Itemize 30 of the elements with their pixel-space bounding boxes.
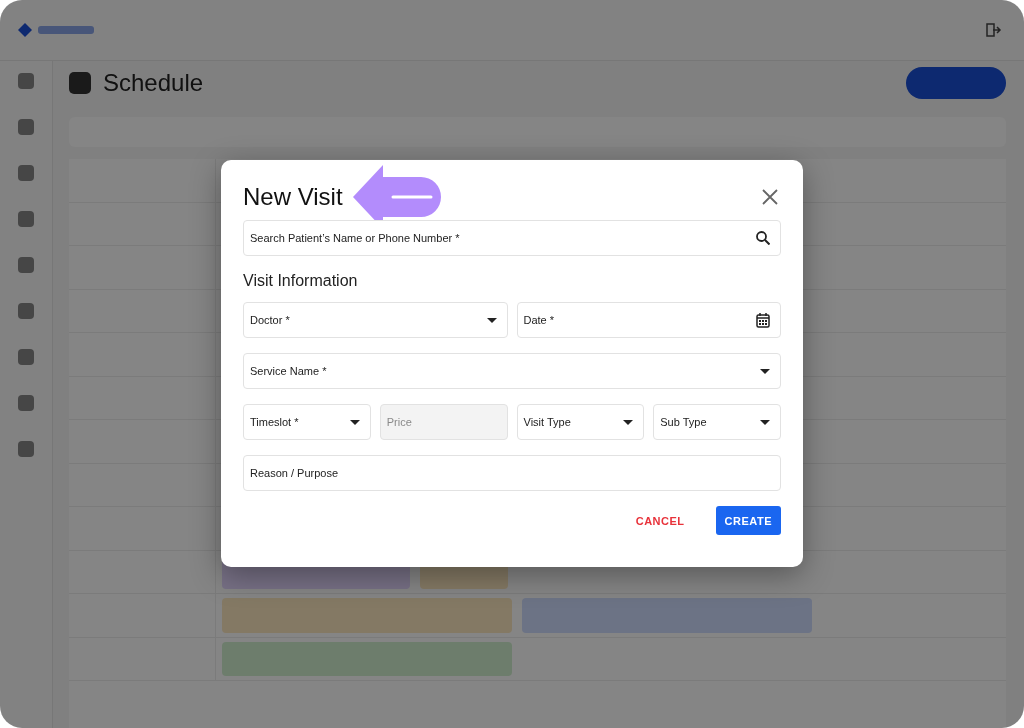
search-field[interactable]: Search Patient’s Name or Phone Number * bbox=[243, 220, 781, 256]
input-field[interactable]: Reason / Purpose bbox=[243, 455, 781, 491]
sidebar-nav-icon[interactable] bbox=[18, 211, 34, 227]
dropdown-field[interactable]: Sub Type bbox=[653, 404, 781, 440]
sidebar-nav-icon[interactable] bbox=[18, 165, 34, 181]
cancel-button[interactable]: CANCEL bbox=[626, 506, 694, 535]
dropdown-caret-icon bbox=[760, 419, 770, 425]
sidebar-nav-icon[interactable] bbox=[18, 395, 34, 411]
dropdown-field[interactable]: Service Name * bbox=[243, 353, 781, 389]
dropdown-field[interactable]: Visit Type bbox=[516, 404, 645, 440]
search-icon bbox=[756, 231, 770, 245]
dropdown-caret-icon bbox=[486, 317, 497, 323]
dropdown-caret-icon bbox=[349, 419, 360, 425]
page-title: Schedule bbox=[103, 69, 204, 97]
sidebar-nav-icon[interactable] bbox=[18, 349, 34, 365]
section-title: Visit Information bbox=[243, 272, 359, 290]
sidebar-nav-icon[interactable] bbox=[18, 73, 34, 89]
dropdown-caret-icon bbox=[760, 368, 770, 374]
dropdown-caret-icon bbox=[623, 419, 634, 425]
date-field[interactable]: Date * bbox=[516, 302, 781, 338]
logout-icon[interactable] bbox=[986, 23, 1002, 37]
dialog-title: New Visit bbox=[243, 183, 343, 211]
add-button[interactable] bbox=[906, 67, 1006, 99]
sidebar-nav-icon[interactable] bbox=[18, 119, 34, 135]
dropdown-field[interactable]: Doctor * bbox=[243, 302, 508, 338]
sidebar-nav-icon[interactable] bbox=[18, 441, 34, 457]
dropdown-field[interactable]: Timeslot * bbox=[243, 404, 371, 440]
sidebar-nav-icon[interactable] bbox=[18, 257, 34, 273]
sidebar-nav-icon[interactable] bbox=[18, 303, 34, 319]
create-button[interactable]: CREATE bbox=[715, 506, 781, 535]
